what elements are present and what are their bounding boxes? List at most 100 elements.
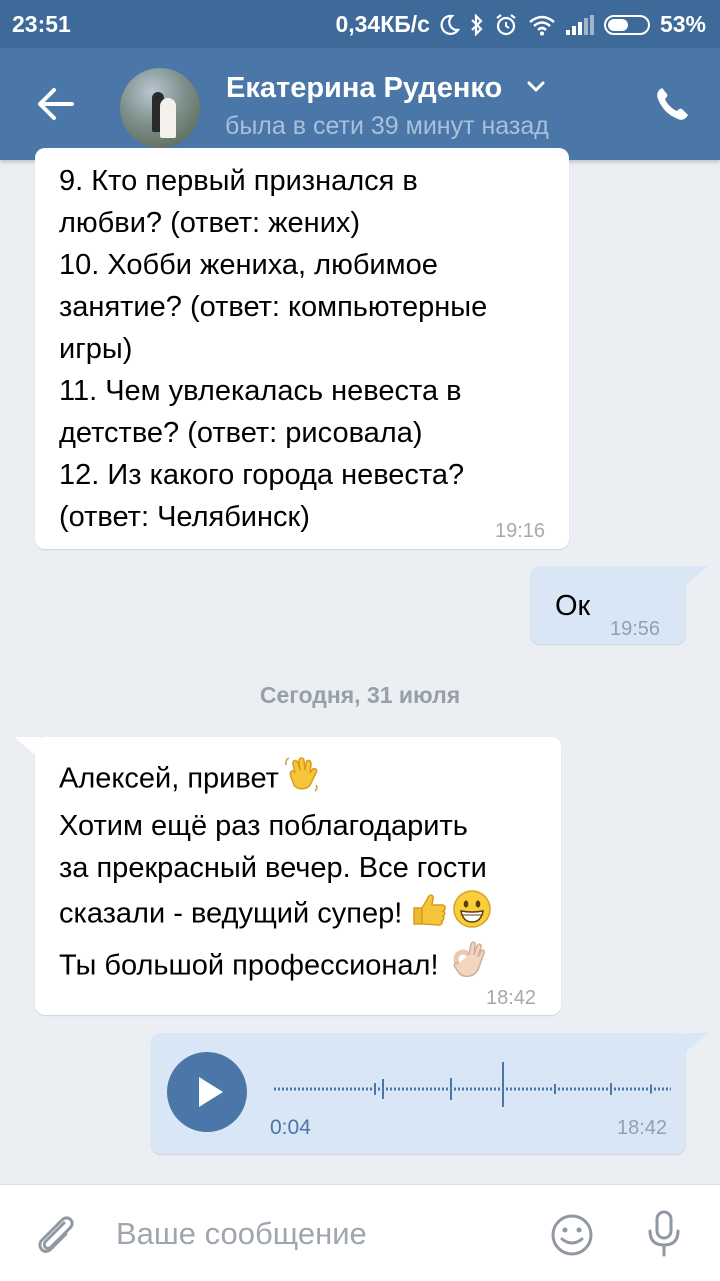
waveform-bar [286, 1087, 288, 1091]
waveform-bar [306, 1087, 308, 1091]
waveform-bar [294, 1087, 296, 1091]
waveform-bar [522, 1087, 524, 1091]
waveform-bar [654, 1087, 656, 1091]
moon-icon [440, 14, 460, 35]
waveform-bar [282, 1087, 284, 1091]
status-time: 23:51 [12, 11, 71, 37]
waveform-bar [482, 1087, 484, 1091]
waveform-bar [606, 1087, 608, 1091]
waveform-bar [562, 1087, 564, 1091]
message-text: 9. Кто первый признался в любви? (ответ:… [59, 165, 488, 533]
waveform-bar [594, 1087, 596, 1091]
avatar[interactable] [120, 68, 200, 148]
waveform-bar [350, 1087, 352, 1091]
waveform-bar [510, 1087, 512, 1091]
waveform-bar [462, 1087, 464, 1091]
waveform-bar [530, 1087, 532, 1091]
waveform-bar [446, 1087, 448, 1091]
waveform-bar [386, 1087, 388, 1091]
contact-name[interactable]: Екатерина Руденко [226, 72, 502, 105]
waveform-bar [450, 1078, 452, 1100]
waveform-bar [582, 1087, 584, 1091]
message-input[interactable] [114, 1205, 538, 1263]
waveform-bar [318, 1087, 320, 1091]
waveform-bar [346, 1087, 348, 1091]
waveform-bar [634, 1087, 636, 1091]
waveform-bar [498, 1087, 500, 1091]
waveform-bar [618, 1087, 620, 1091]
waveform-bar [374, 1083, 376, 1095]
waveform-bar [310, 1087, 312, 1091]
waveform-bar [534, 1087, 536, 1091]
waveform-bar [474, 1087, 476, 1091]
waveform-bar [342, 1087, 344, 1091]
waveform-bar [466, 1087, 468, 1091]
waveform-bar [610, 1083, 612, 1095]
chat-header: Екатерина Руденко была в сети 39 минут н… [0, 48, 720, 160]
waveform-bar [666, 1087, 668, 1091]
waveform-bar [422, 1087, 424, 1091]
message-bubble-incoming[interactable]: 9. Кто первый признался в любви? (ответ:… [35, 148, 569, 549]
voice-message-bubble[interactable]: 0:04 18:42 [151, 1033, 686, 1154]
contact-last-seen: была в сети 39 минут назад [225, 112, 549, 140]
waveform-bar [398, 1087, 400, 1091]
message-bubble-incoming[interactable]: Алексей, привет Хотим ещё раз поблагодар… [35, 737, 561, 1015]
waveform-bar [302, 1087, 304, 1091]
waveform-bar [378, 1087, 380, 1091]
status-icons: 0,34КБ/с 53% [335, 11, 706, 38]
waveform-bar [490, 1087, 492, 1091]
message-time: 18:42 [617, 1117, 668, 1139]
waveform-bar [542, 1087, 544, 1091]
phone-icon[interactable] [654, 86, 690, 122]
waveform-bar [394, 1087, 396, 1091]
waveform-bar [506, 1087, 508, 1091]
message-input-bar [0, 1184, 720, 1281]
waveform-bar [570, 1087, 572, 1091]
waveform-bar [550, 1087, 552, 1091]
waveform-bar [430, 1087, 432, 1091]
waveform-bar [418, 1087, 420, 1091]
paperclip-icon[interactable] [34, 1211, 78, 1257]
microphone-icon[interactable] [644, 1209, 684, 1259]
waveform-bar [426, 1087, 428, 1091]
waveform-bar [366, 1087, 368, 1091]
message-bubble-outgoing[interactable]: Ок 19:56 [530, 566, 686, 644]
waveform-bar [402, 1087, 404, 1091]
waveform-bar [586, 1087, 588, 1091]
waveform-bar [614, 1087, 616, 1091]
waveform-bar [646, 1087, 648, 1091]
battery-icon [603, 14, 650, 35]
message-time: 19:16 [495, 520, 546, 542]
waving-hand-icon [283, 755, 321, 805]
message-text: Алексей, привет Хотим ещё раз поблагодар… [59, 755, 561, 993]
waveform-bar [334, 1087, 336, 1091]
grinning-face-icon [452, 889, 492, 941]
waveform-bar [322, 1087, 324, 1091]
waveform-bar [630, 1087, 632, 1091]
waveform-bar [626, 1087, 628, 1091]
waveform-bar [390, 1087, 392, 1091]
waveform-bar [514, 1087, 516, 1091]
waveform-bar [554, 1084, 556, 1094]
thumbs-up-icon [410, 890, 448, 940]
battery-fill [607, 18, 628, 31]
waveform-bar [590, 1087, 592, 1091]
waveform-bar [274, 1087, 276, 1091]
back-arrow-icon[interactable] [36, 86, 76, 122]
waveform-bar [338, 1087, 340, 1091]
waveform-bar [478, 1087, 480, 1091]
waveform-bar [642, 1087, 644, 1091]
waveform-bar [662, 1087, 664, 1091]
waveform-bar [438, 1087, 440, 1091]
waveform-bar [290, 1087, 292, 1091]
audio-waveform[interactable] [271, 1053, 671, 1107]
smile-icon[interactable] [550, 1213, 594, 1257]
waveform-bar [410, 1087, 412, 1091]
play-icon [199, 1077, 223, 1107]
ok-hand-icon [449, 941, 485, 993]
chevron-down-icon[interactable] [526, 80, 546, 94]
play-button[interactable] [167, 1052, 247, 1132]
waveform-bar [650, 1084, 652, 1094]
waveform-bar [442, 1087, 444, 1091]
waveform-bar [494, 1087, 496, 1091]
